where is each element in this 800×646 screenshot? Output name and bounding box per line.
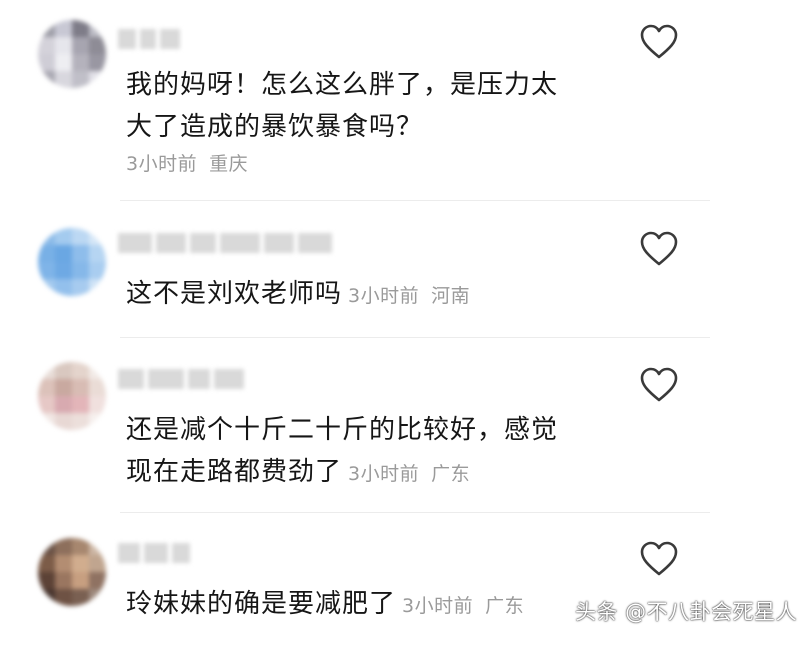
avatar-pixel — [38, 362, 55, 379]
avatar-pixel — [72, 413, 89, 430]
avatar-pixel — [72, 589, 89, 606]
avatar-pixel — [55, 589, 72, 606]
avatar-pixel — [72, 362, 89, 379]
avatar-pixel — [89, 20, 106, 37]
comment-meta: 3小时前 河南 — [348, 285, 470, 307]
comment-text: 玲妹妹的确是要减肥了 3小时前 广东 — [126, 589, 525, 619]
avatar-pixel — [89, 71, 106, 88]
avatar-pixel — [55, 262, 72, 279]
username[interactable] — [118, 230, 336, 256]
avatar-pixel — [38, 20, 55, 37]
divider — [120, 337, 710, 338]
comment-meta: 3小时前 广东 — [348, 463, 470, 485]
username[interactable] — [118, 540, 194, 566]
avatar-pixel — [72, 279, 89, 296]
avatar-pixel — [55, 379, 72, 396]
avatar-pixel — [55, 555, 72, 572]
avatar-pixel — [89, 589, 106, 606]
comment-location: 广东 — [431, 463, 471, 485]
comment-location: 河南 — [431, 285, 471, 307]
avatar-pixel — [55, 245, 72, 262]
avatar-pixel — [38, 555, 55, 572]
avatar-pixel — [89, 262, 106, 279]
comment-time: 3小时前 — [402, 595, 474, 617]
avatar-pixel — [72, 37, 89, 54]
heart-outline-icon[interactable] — [640, 24, 678, 60]
avatar-pixel — [38, 396, 55, 413]
avatar[interactable] — [38, 228, 106, 296]
comment-meta: 3小时前 广东 — [402, 595, 524, 617]
avatar-pixel — [55, 413, 72, 430]
avatar-pixel — [55, 37, 72, 54]
avatar-pixel — [72, 71, 89, 88]
avatar-pixel — [55, 71, 72, 88]
avatar-pixel — [89, 362, 106, 379]
avatar-pixel — [38, 245, 55, 262]
avatar-pixel — [38, 37, 55, 54]
comment-time: 3小时前 — [126, 153, 198, 175]
avatar-pixel — [72, 262, 89, 279]
comment-text: 还是减个十斤二十斤的比较好，感觉 现在走路都费劲了 3小时前 广东 — [126, 415, 559, 487]
divider — [120, 200, 710, 201]
divider — [120, 512, 710, 513]
heart-outline-icon[interactable] — [640, 231, 678, 267]
username[interactable] — [118, 26, 184, 52]
avatar-pixel — [89, 37, 106, 54]
avatar-pixel — [55, 20, 72, 37]
avatar-pixel — [55, 54, 72, 71]
avatar-pixel — [38, 54, 55, 71]
avatar-pixel — [55, 279, 72, 296]
username[interactable] — [118, 366, 248, 392]
avatar[interactable] — [38, 538, 106, 606]
avatar-pixel — [38, 71, 55, 88]
heart-outline-icon[interactable] — [640, 541, 678, 577]
avatar-pixel — [38, 379, 55, 396]
avatar-pixel — [72, 245, 89, 262]
avatar-pixel — [89, 245, 106, 262]
avatar-pixel — [38, 279, 55, 296]
comment-text: 我的妈呀！怎么这么胖了，是压力太 大了造成的暴饮暴食吗？ — [126, 70, 559, 142]
comment-text: 这不是刘欢老师吗 3小时前 河南 — [126, 279, 471, 309]
avatar-pixel — [55, 396, 72, 413]
avatar-pixel — [38, 262, 55, 279]
avatar-pixel — [72, 538, 89, 555]
comment-location: 重庆 — [209, 153, 249, 175]
avatar-pixel — [72, 54, 89, 71]
avatar-pixel — [72, 228, 89, 245]
avatar-pixel — [38, 228, 55, 245]
avatar-pixel — [89, 413, 106, 430]
avatar-pixel — [89, 396, 106, 413]
avatar-pixel — [89, 572, 106, 589]
avatar-pixel — [38, 589, 55, 606]
avatar-pixel — [38, 572, 55, 589]
avatar-pixel — [72, 20, 89, 37]
avatar-pixel — [89, 228, 106, 245]
comment-time: 3小时前 — [348, 463, 420, 485]
avatar-pixel — [55, 362, 72, 379]
avatar[interactable] — [38, 20, 106, 88]
comment-time: 3小时前 — [348, 285, 420, 307]
avatar[interactable] — [38, 362, 106, 430]
avatar-pixel — [38, 413, 55, 430]
avatar-pixel — [89, 279, 106, 296]
avatar-pixel — [72, 396, 89, 413]
watermark: 头条 @不八卦会死星人 — [575, 600, 798, 624]
comment-location: 广东 — [485, 595, 525, 617]
avatar-pixel — [55, 228, 72, 245]
avatar-pixel — [38, 538, 55, 555]
avatar-pixel — [89, 54, 106, 71]
avatar-pixel — [89, 538, 106, 555]
avatar-pixel — [72, 379, 89, 396]
avatar-pixel — [89, 555, 106, 572]
avatar-pixel — [55, 538, 72, 555]
avatar-pixel — [55, 572, 72, 589]
avatar-pixel — [72, 555, 89, 572]
comment-meta: 3小时前 重庆 — [126, 149, 248, 176]
avatar-pixel — [72, 572, 89, 589]
heart-outline-icon[interactable] — [640, 367, 678, 403]
avatar-pixel — [89, 379, 106, 396]
